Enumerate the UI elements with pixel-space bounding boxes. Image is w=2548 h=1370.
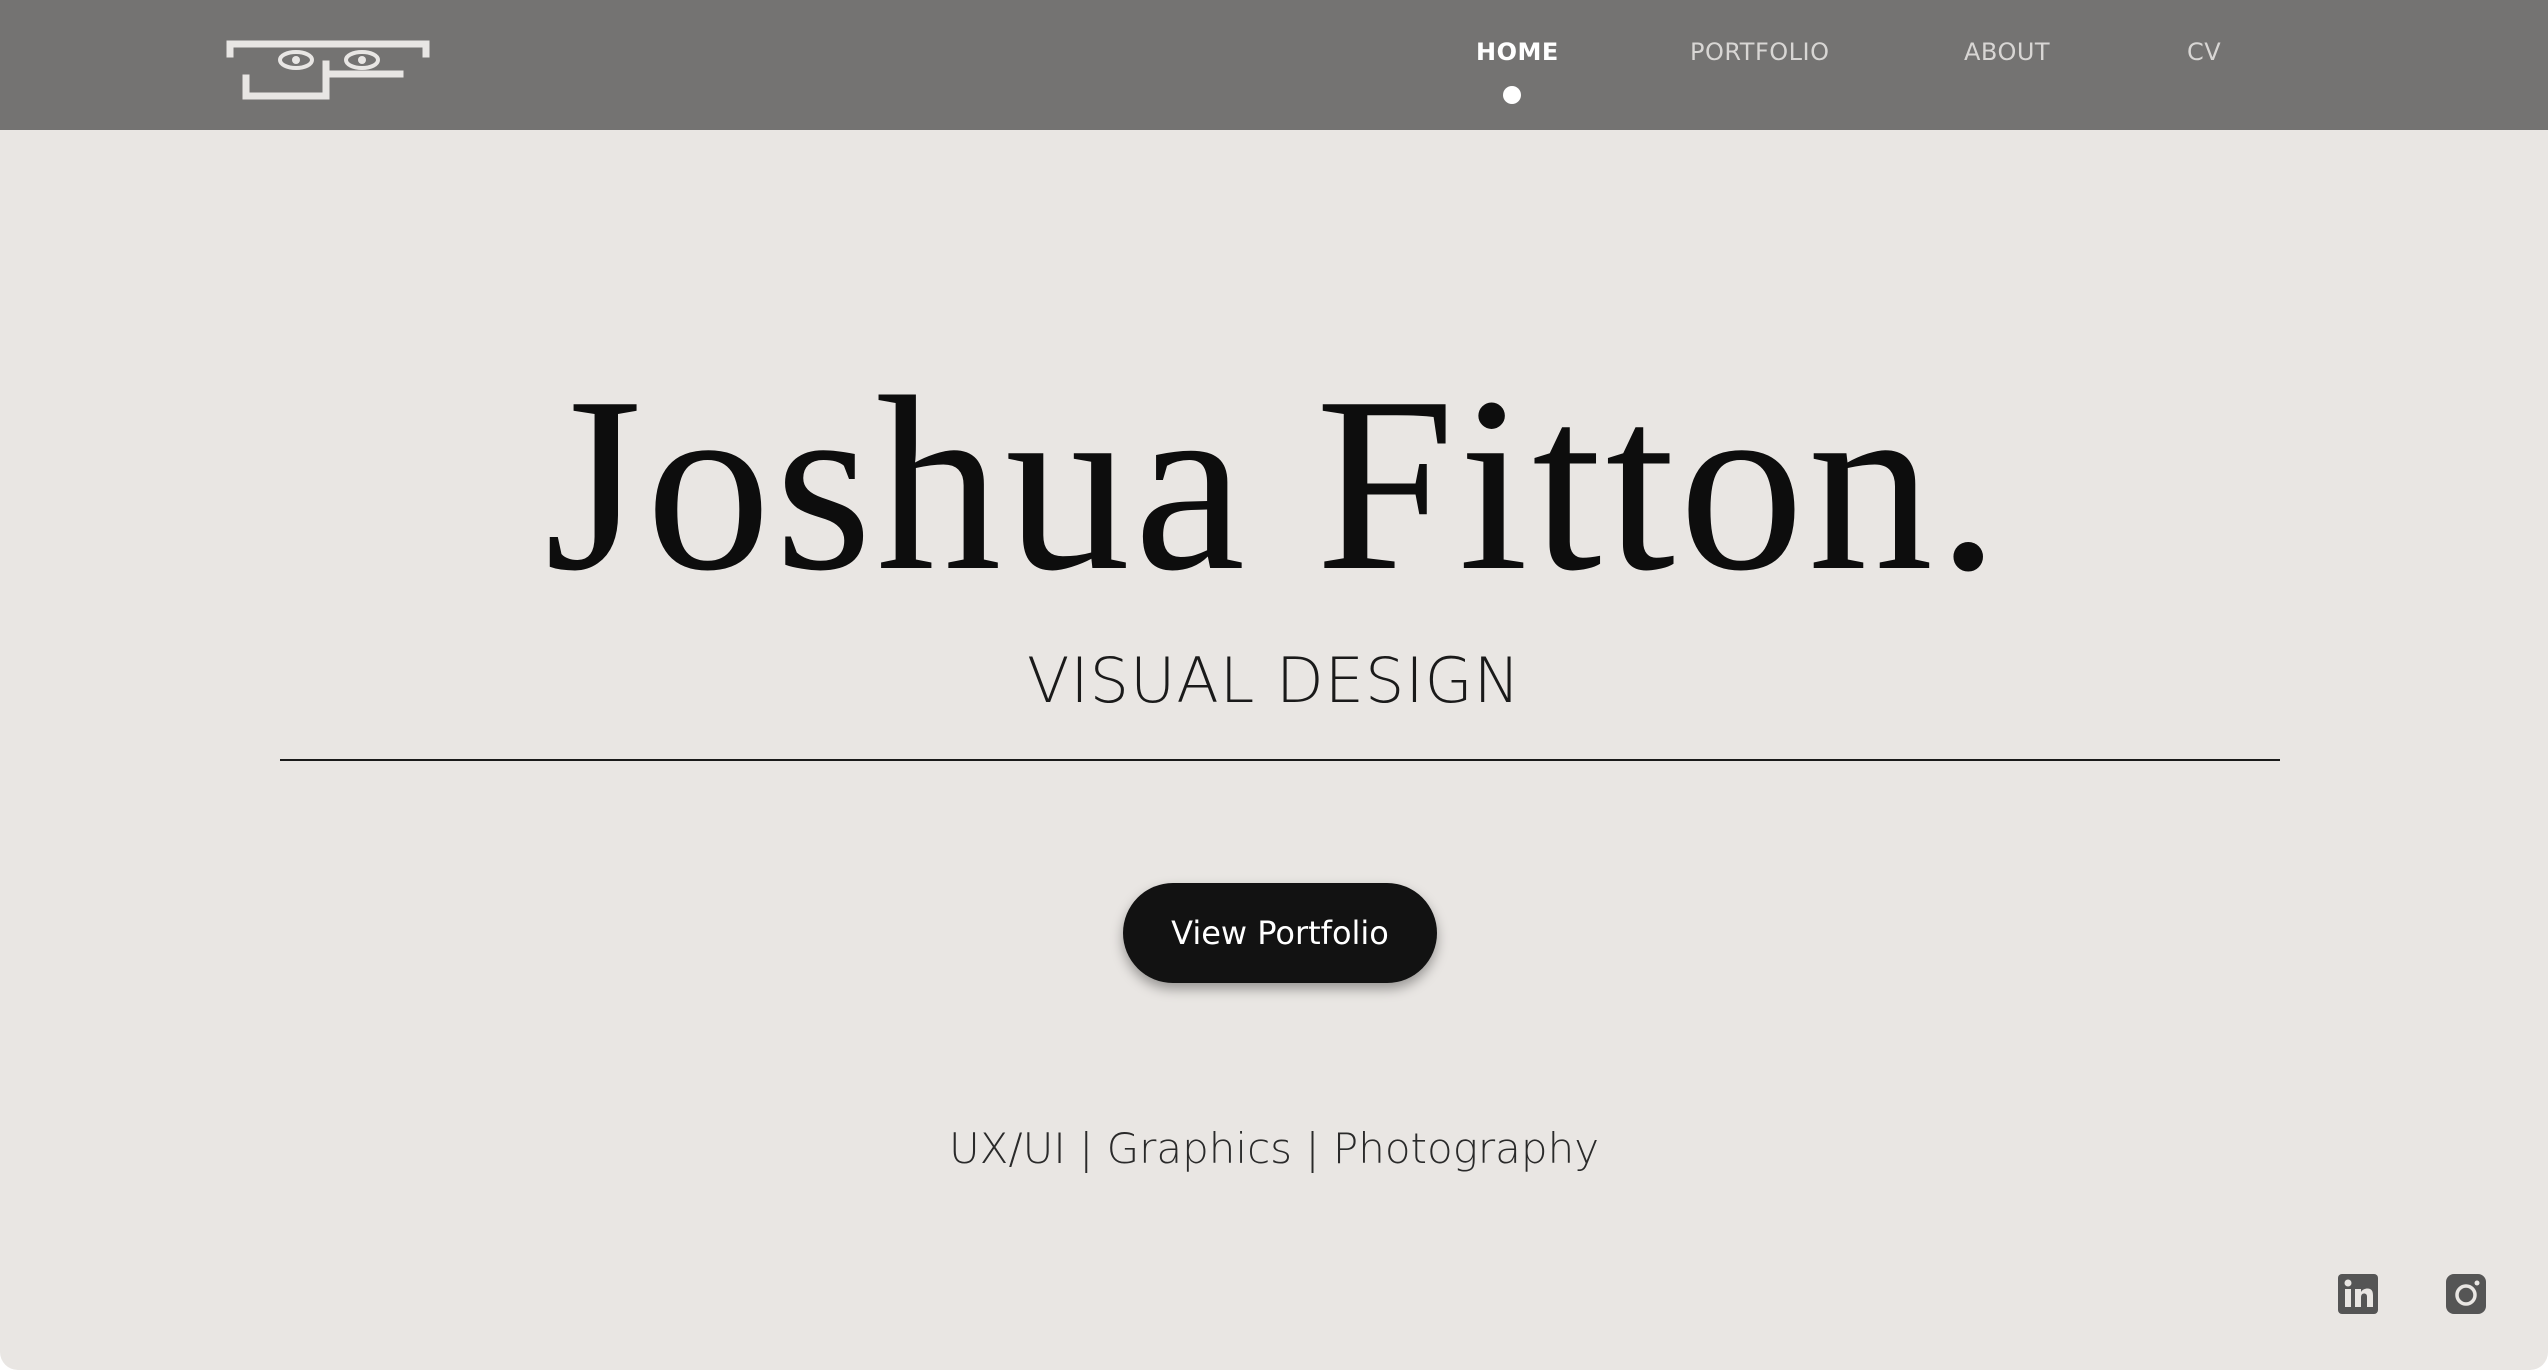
nav-item-about[interactable]: ABOUT <box>1964 38 2050 72</box>
services-tagline: UX/UI | Graphics | Photography <box>948 1124 1600 1173</box>
hero-subtitle: VISUAL DESIGN <box>1026 644 1522 717</box>
linkedin-icon[interactable] <box>2338 1274 2378 1314</box>
hero-name-heading: Joshua Fitton. <box>544 346 2004 623</box>
view-portfolio-button[interactable]: View Portfolio <box>1123 883 1437 983</box>
hero-divider <box>280 759 2280 761</box>
active-nav-indicator <box>1503 86 1521 104</box>
instagram-icon[interactable] <box>2446 1274 2486 1314</box>
nav-item-portfolio[interactable]: PORTFOLIO <box>1690 38 1830 72</box>
nav-item-cv[interactable]: CV <box>2187 38 2221 72</box>
monogram-logo-icon[interactable] <box>226 40 432 102</box>
page: HOME PORTFOLIO ABOUT CV Joshua Fitton. V… <box>0 0 2548 1370</box>
nav-item-home[interactable]: HOME <box>1476 38 1559 72</box>
header-navbar: HOME PORTFOLIO ABOUT CV <box>0 0 2548 130</box>
